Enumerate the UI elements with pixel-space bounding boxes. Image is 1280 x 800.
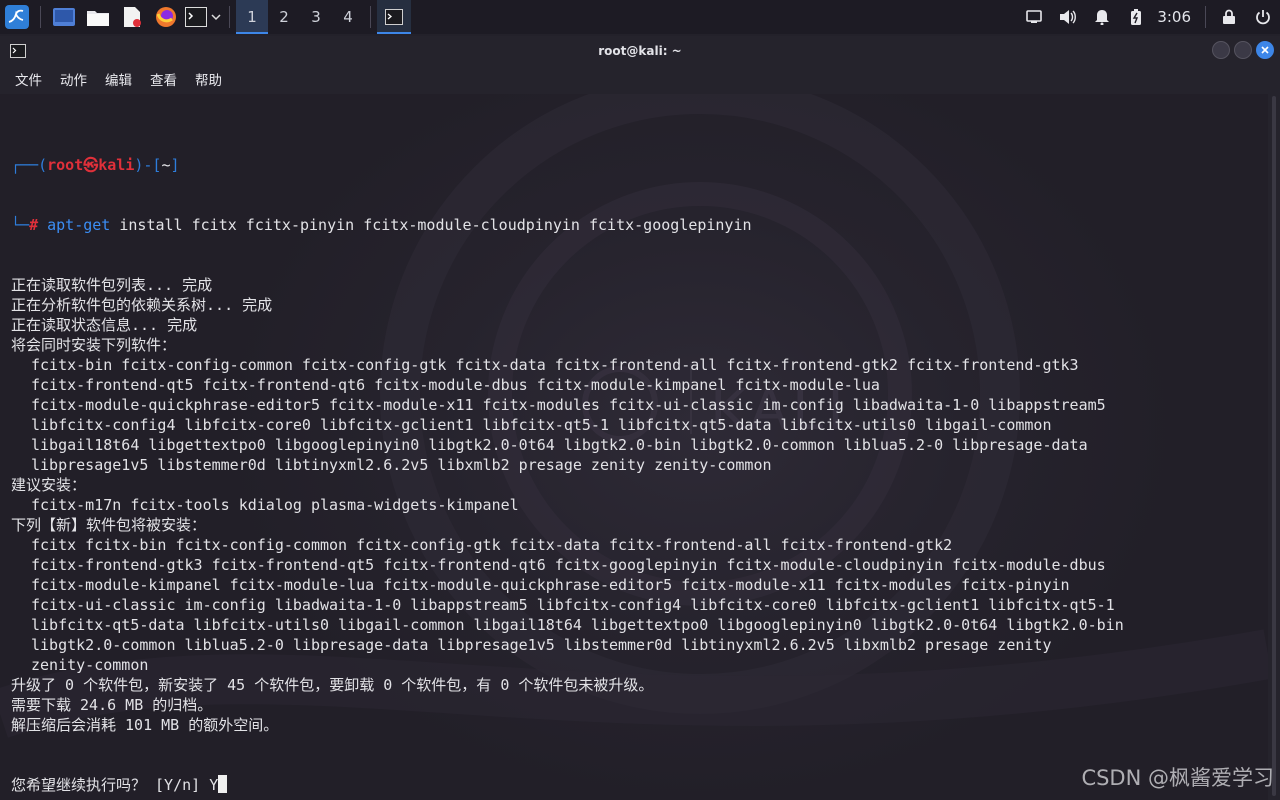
command-name: apt-get [47, 216, 111, 234]
battery-icon[interactable] [1119, 0, 1153, 34]
lock-icon[interactable] [1212, 0, 1246, 34]
prompt-frame: └─ [11, 216, 30, 234]
chevron-down-icon[interactable] [210, 12, 222, 22]
minimize-button[interactable] [1212, 41, 1230, 59]
watermark: CSDN @枫酱爱学习 [1081, 766, 1274, 790]
text-editor-icon[interactable] [115, 0, 149, 34]
menu-file[interactable]: 文件 [6, 69, 51, 89]
command-args: install fcitx fcitx-pinyin fcitx-module-… [110, 216, 752, 234]
maximize-button[interactable] [1234, 41, 1252, 59]
panel-separator [229, 6, 230, 28]
menu-action[interactable]: 动作 [51, 69, 96, 89]
prompt-line-command: └─# apt-get install fcitx fcitx-pinyin f… [11, 215, 1124, 235]
terminal-window: root@kali: ~ 文件 动作 编辑 查看 帮助 KALI ┌──(roo… [0, 36, 1280, 800]
output-line: 正在读取状态信息... 完成 [11, 316, 198, 334]
firefox-icon[interactable] [149, 0, 183, 34]
power-icon[interactable] [1246, 0, 1280, 34]
menu-view[interactable]: 查看 [141, 69, 186, 89]
output-line: libgail18t64 libgettextpo0 libgooglepiny… [31, 436, 1088, 454]
window-controls [1212, 41, 1274, 59]
output-line: fcitx-m17n fcitx-tools kdialog plasma-wi… [31, 496, 519, 514]
output-line: libgtk2.0-common liblua5.2-0 libpresage-… [31, 636, 1052, 654]
output-line: fcitx fcitx-bin fcitx-config-common fcit… [31, 536, 953, 554]
output-line: 需要下载 24.6 MB 的归档。 [11, 696, 213, 714]
terminal-text: ┌──(root㉿kali)-[~] └─# apt-get install f… [11, 115, 1124, 800]
notification-bell-icon[interactable] [1085, 0, 1119, 34]
terminal-output-area[interactable]: KALI ┌──(root㉿kali)-[~] └─# apt-get inst… [0, 94, 1268, 800]
prompt-hash: # [29, 216, 39, 234]
volume-icon[interactable] [1051, 0, 1085, 34]
output-line: fcitx-ui-classic im-config libadwaita-1-… [31, 596, 1115, 614]
file-manager-icon[interactable] [81, 0, 115, 34]
text-cursor [218, 775, 228, 793]
taskbar-terminal-window[interactable] [377, 0, 411, 34]
workspace-switcher: 1 2 3 4 [236, 0, 364, 34]
display-icon[interactable] [1017, 0, 1051, 34]
output-line: libpresage1v5 libstemmer0d libtinyxml2.6… [31, 456, 772, 474]
confirm-line: 您希望继续执行吗？ [Y/n] Y [11, 775, 1124, 795]
kali-menu-icon[interactable] [0, 0, 34, 34]
close-button[interactable] [1256, 41, 1274, 59]
panel-separator [370, 6, 371, 28]
workspace-3[interactable]: 3 [300, 0, 332, 34]
system-tray: 3:06 [1017, 0, 1280, 34]
command-output: 正在读取软件包列表... 完成正在分析软件包的依赖关系树... 完成 正在读取状态… [11, 275, 1124, 735]
workspace-1[interactable]: 1 [236, 0, 268, 34]
typed-answer[interactable]: Y [209, 776, 218, 794]
output-line: fcitx-module-kimpanel fcitx-module-lua f… [31, 576, 1070, 594]
prompt-frame: ] [170, 156, 180, 174]
desktop-icon[interactable] [47, 0, 81, 34]
output-line: fcitx-module-quickphrase-editor5 fcitx-m… [31, 396, 1106, 414]
scrollbar-thumb[interactable] [1272, 96, 1276, 796]
terminal-icon [385, 9, 403, 25]
output-line: 建议安装： [11, 476, 87, 494]
prompt-user-host: root㉿kali [47, 156, 135, 174]
menu-bar: 文件 动作 编辑 查看 帮助 [0, 66, 1280, 92]
workspace-4[interactable]: 4 [332, 0, 364, 34]
panel-separator [40, 6, 41, 28]
confirm-question: 您希望继续执行吗？ [Y/n] [11, 776, 210, 794]
prompt-line-top: ┌──(root㉿kali)-[~] [11, 155, 1124, 175]
output-line: libfcitx-config4 libfcitx-core0 libfcitx… [31, 416, 1052, 434]
terminal-scrollbar[interactable] [1268, 94, 1280, 800]
terminal-icon [10, 43, 26, 62]
terminal-launcher-icon[interactable] [183, 0, 223, 34]
menu-help[interactable]: 帮助 [186, 69, 231, 89]
output-line: 正在读取软件包列表... 完成 [11, 276, 213, 294]
panel-separator [1205, 6, 1206, 28]
prompt-frame: )-[ [134, 156, 162, 174]
output-line: fcitx-frontend-qt5 fcitx-frontend-qt6 fc… [31, 376, 880, 394]
clock[interactable]: 3:06 [1153, 8, 1199, 26]
output-line: 升级了 0 个软件包，新安装了 45 个软件包，要卸载 0 个软件包，有 0 个… [11, 676, 654, 694]
window-title: root@kali: ~ [598, 44, 682, 58]
menu-edit[interactable]: 编辑 [96, 69, 141, 89]
output-line: zenity-common [31, 656, 149, 674]
window-titlebar[interactable]: root@kali: ~ [0, 36, 1280, 66]
workspace-2[interactable]: 2 [268, 0, 300, 34]
output-line: 下列【新】软件包将被安装： [11, 516, 207, 534]
output-line: fcitx-frontend-gtk3 fcitx-frontend-qt5 f… [31, 556, 1106, 574]
prompt-cwd: ~ [161, 156, 171, 174]
output-line: fcitx-bin fcitx-config-common fcitx-conf… [31, 356, 1079, 374]
output-line: 解压缩后会消耗 101 MB 的额外空间。 [11, 716, 279, 734]
output-line: libfcitx-qt5-data libfcitx-utils0 libgai… [31, 616, 1124, 634]
prompt-frame: ┌──( [11, 156, 48, 174]
output-line: 将会同时安装下列软件： [11, 336, 177, 354]
top-panel: 1 2 3 4 3:06 [0, 0, 1280, 34]
close-icon [1261, 46, 1269, 54]
output-line: 正在分析软件包的依赖关系树... 完成 [11, 296, 273, 314]
